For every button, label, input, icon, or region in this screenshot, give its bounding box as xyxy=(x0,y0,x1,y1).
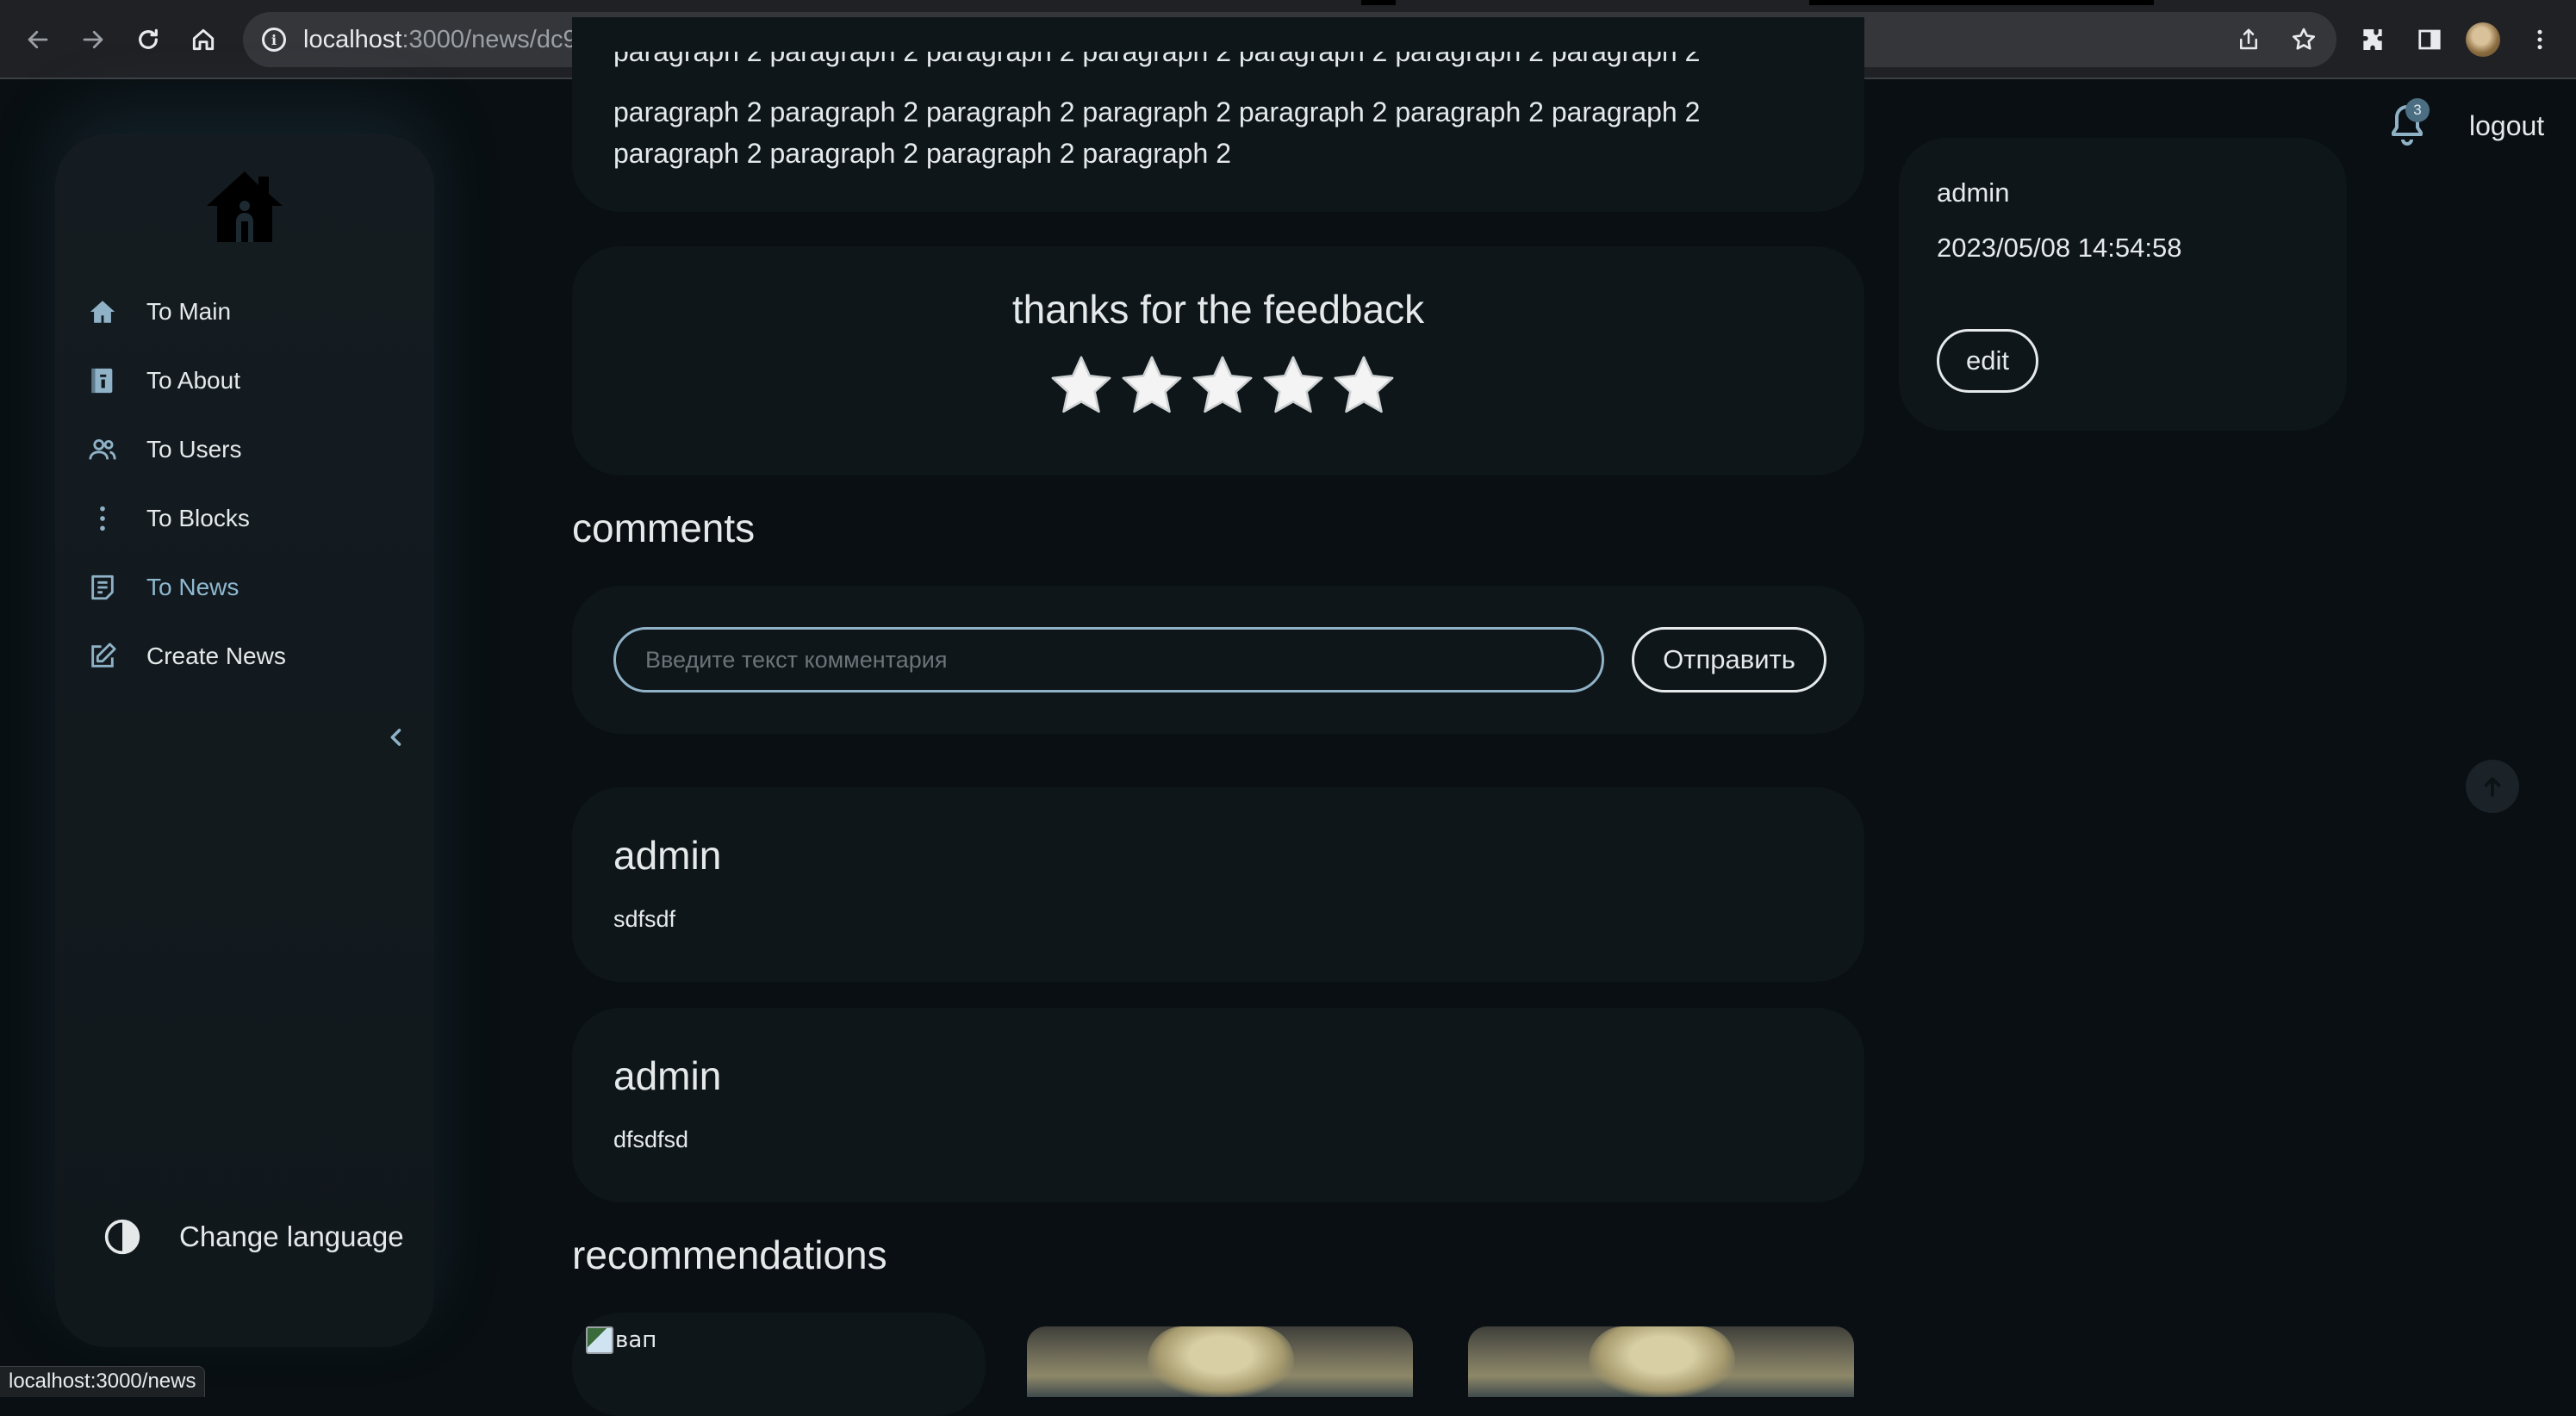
extensions-icon[interactable] xyxy=(2352,19,2393,60)
send-comment-button[interactable]: Отправить xyxy=(1632,627,1826,692)
tab-edge xyxy=(1809,0,2154,5)
edit-button[interactable]: edit xyxy=(1937,329,2038,393)
menu-kebab-icon[interactable] xyxy=(2519,19,2560,60)
comment-text: dfsdfsd xyxy=(613,1127,689,1152)
feedback-title: thanks for the feedback xyxy=(1011,287,1425,332)
star-icon[interactable] xyxy=(1260,351,1327,420)
article-paragraph: paragraph 2 paragraph 2 paragraph 2 para… xyxy=(613,91,1733,174)
star-icon[interactable] xyxy=(1189,351,1256,420)
logout-button[interactable]: logout xyxy=(2469,110,2544,142)
edit-icon xyxy=(88,636,129,677)
theme-contrast-icon xyxy=(103,1216,145,1258)
sidebar-item-label: To Main xyxy=(146,298,232,325)
sidebar-item-label: Create News xyxy=(146,643,286,669)
profile-avatar[interactable] xyxy=(2466,22,2500,57)
article-date: 2023/05/08 14:54:58 xyxy=(1937,233,2182,263)
star-icon[interactable] xyxy=(1118,351,1185,420)
paragraph-line: paragraph 2 paragraph 2 paragraph 2 para… xyxy=(613,96,1701,127)
broken-image-icon xyxy=(586,1326,613,1354)
comment-author: admin xyxy=(613,1053,722,1098)
comment-card xyxy=(572,1008,1864,1202)
sidebar: To Main To About To Users To Blocks To N… xyxy=(55,134,434,1347)
sidebar-item-label: To About xyxy=(146,367,240,394)
sidebar-item-news[interactable]: To News xyxy=(88,567,239,608)
users-icon xyxy=(88,429,129,470)
recommendation-image[interactable] xyxy=(1468,1326,1854,1397)
rating-stars[interactable] xyxy=(1048,351,1397,420)
comment-input[interactable] xyxy=(613,627,1604,692)
sidebar-item-users[interactable]: To Users xyxy=(88,429,241,470)
share-icon[interactable] xyxy=(2228,19,2269,60)
logo-house-icon[interactable] xyxy=(202,164,288,250)
star-icon[interactable] xyxy=(1048,351,1115,420)
back-icon[interactable] xyxy=(17,19,59,60)
image-alt-text: вап xyxy=(615,1327,657,1353)
sidebar-item-main[interactable]: To Main xyxy=(88,291,231,332)
comment-card xyxy=(572,787,1864,982)
sidebar-item-label: To Blocks xyxy=(146,505,250,531)
book-icon xyxy=(88,360,129,401)
article-author: admin xyxy=(1937,177,2010,208)
bookmark-star-icon[interactable] xyxy=(2283,19,2324,60)
sidebar-item-label: To News xyxy=(146,574,240,600)
sidebar-item-create-news[interactable]: Create News xyxy=(88,636,286,677)
sidebar-item-label: To Users xyxy=(146,436,242,463)
comment-author: admin xyxy=(613,833,722,878)
sidebar-item-about[interactable]: To About xyxy=(88,360,240,401)
paragraph-line: paragraph 2 paragraph 2 paragraph 2 para… xyxy=(613,138,1231,169)
recommendation-image[interactable] xyxy=(1027,1326,1413,1397)
forward-icon[interactable] xyxy=(72,19,114,60)
arrow-up-icon xyxy=(2484,777,2501,797)
home-icon[interactable] xyxy=(183,19,224,60)
collapse-sidebar-chevron-icon[interactable] xyxy=(381,722,412,753)
article-icon xyxy=(88,567,129,608)
site-info-icon[interactable]: i xyxy=(262,28,286,52)
comment-text: sdfsdf xyxy=(613,906,676,932)
tab-edge xyxy=(1361,0,1396,5)
notification-count-badge: 3 xyxy=(2405,98,2430,122)
link-status-bar: localhost:3000/news xyxy=(0,1366,206,1397)
sidebar-item-blocks[interactable]: To Blocks xyxy=(88,498,250,539)
home-icon xyxy=(88,291,129,332)
reload-icon[interactable] xyxy=(128,19,169,60)
star-icon[interactable] xyxy=(1330,351,1397,420)
change-language-button[interactable]: Change language xyxy=(103,1211,404,1263)
recommendations-title: recommendations xyxy=(572,1233,887,1277)
comments-title: comments xyxy=(572,506,756,550)
change-language-label: Change language xyxy=(179,1220,404,1252)
article-paragraph-cut-line: paragraph 2 paragraph 2 paragraph 2 para… xyxy=(613,52,1701,67)
more-vertical-icon xyxy=(88,498,129,539)
scroll-to-top-button[interactable] xyxy=(2466,760,2519,813)
side-panel-icon[interactable] xyxy=(2409,19,2450,60)
recommendation-broken-image[interactable]: вап xyxy=(586,1326,656,1354)
